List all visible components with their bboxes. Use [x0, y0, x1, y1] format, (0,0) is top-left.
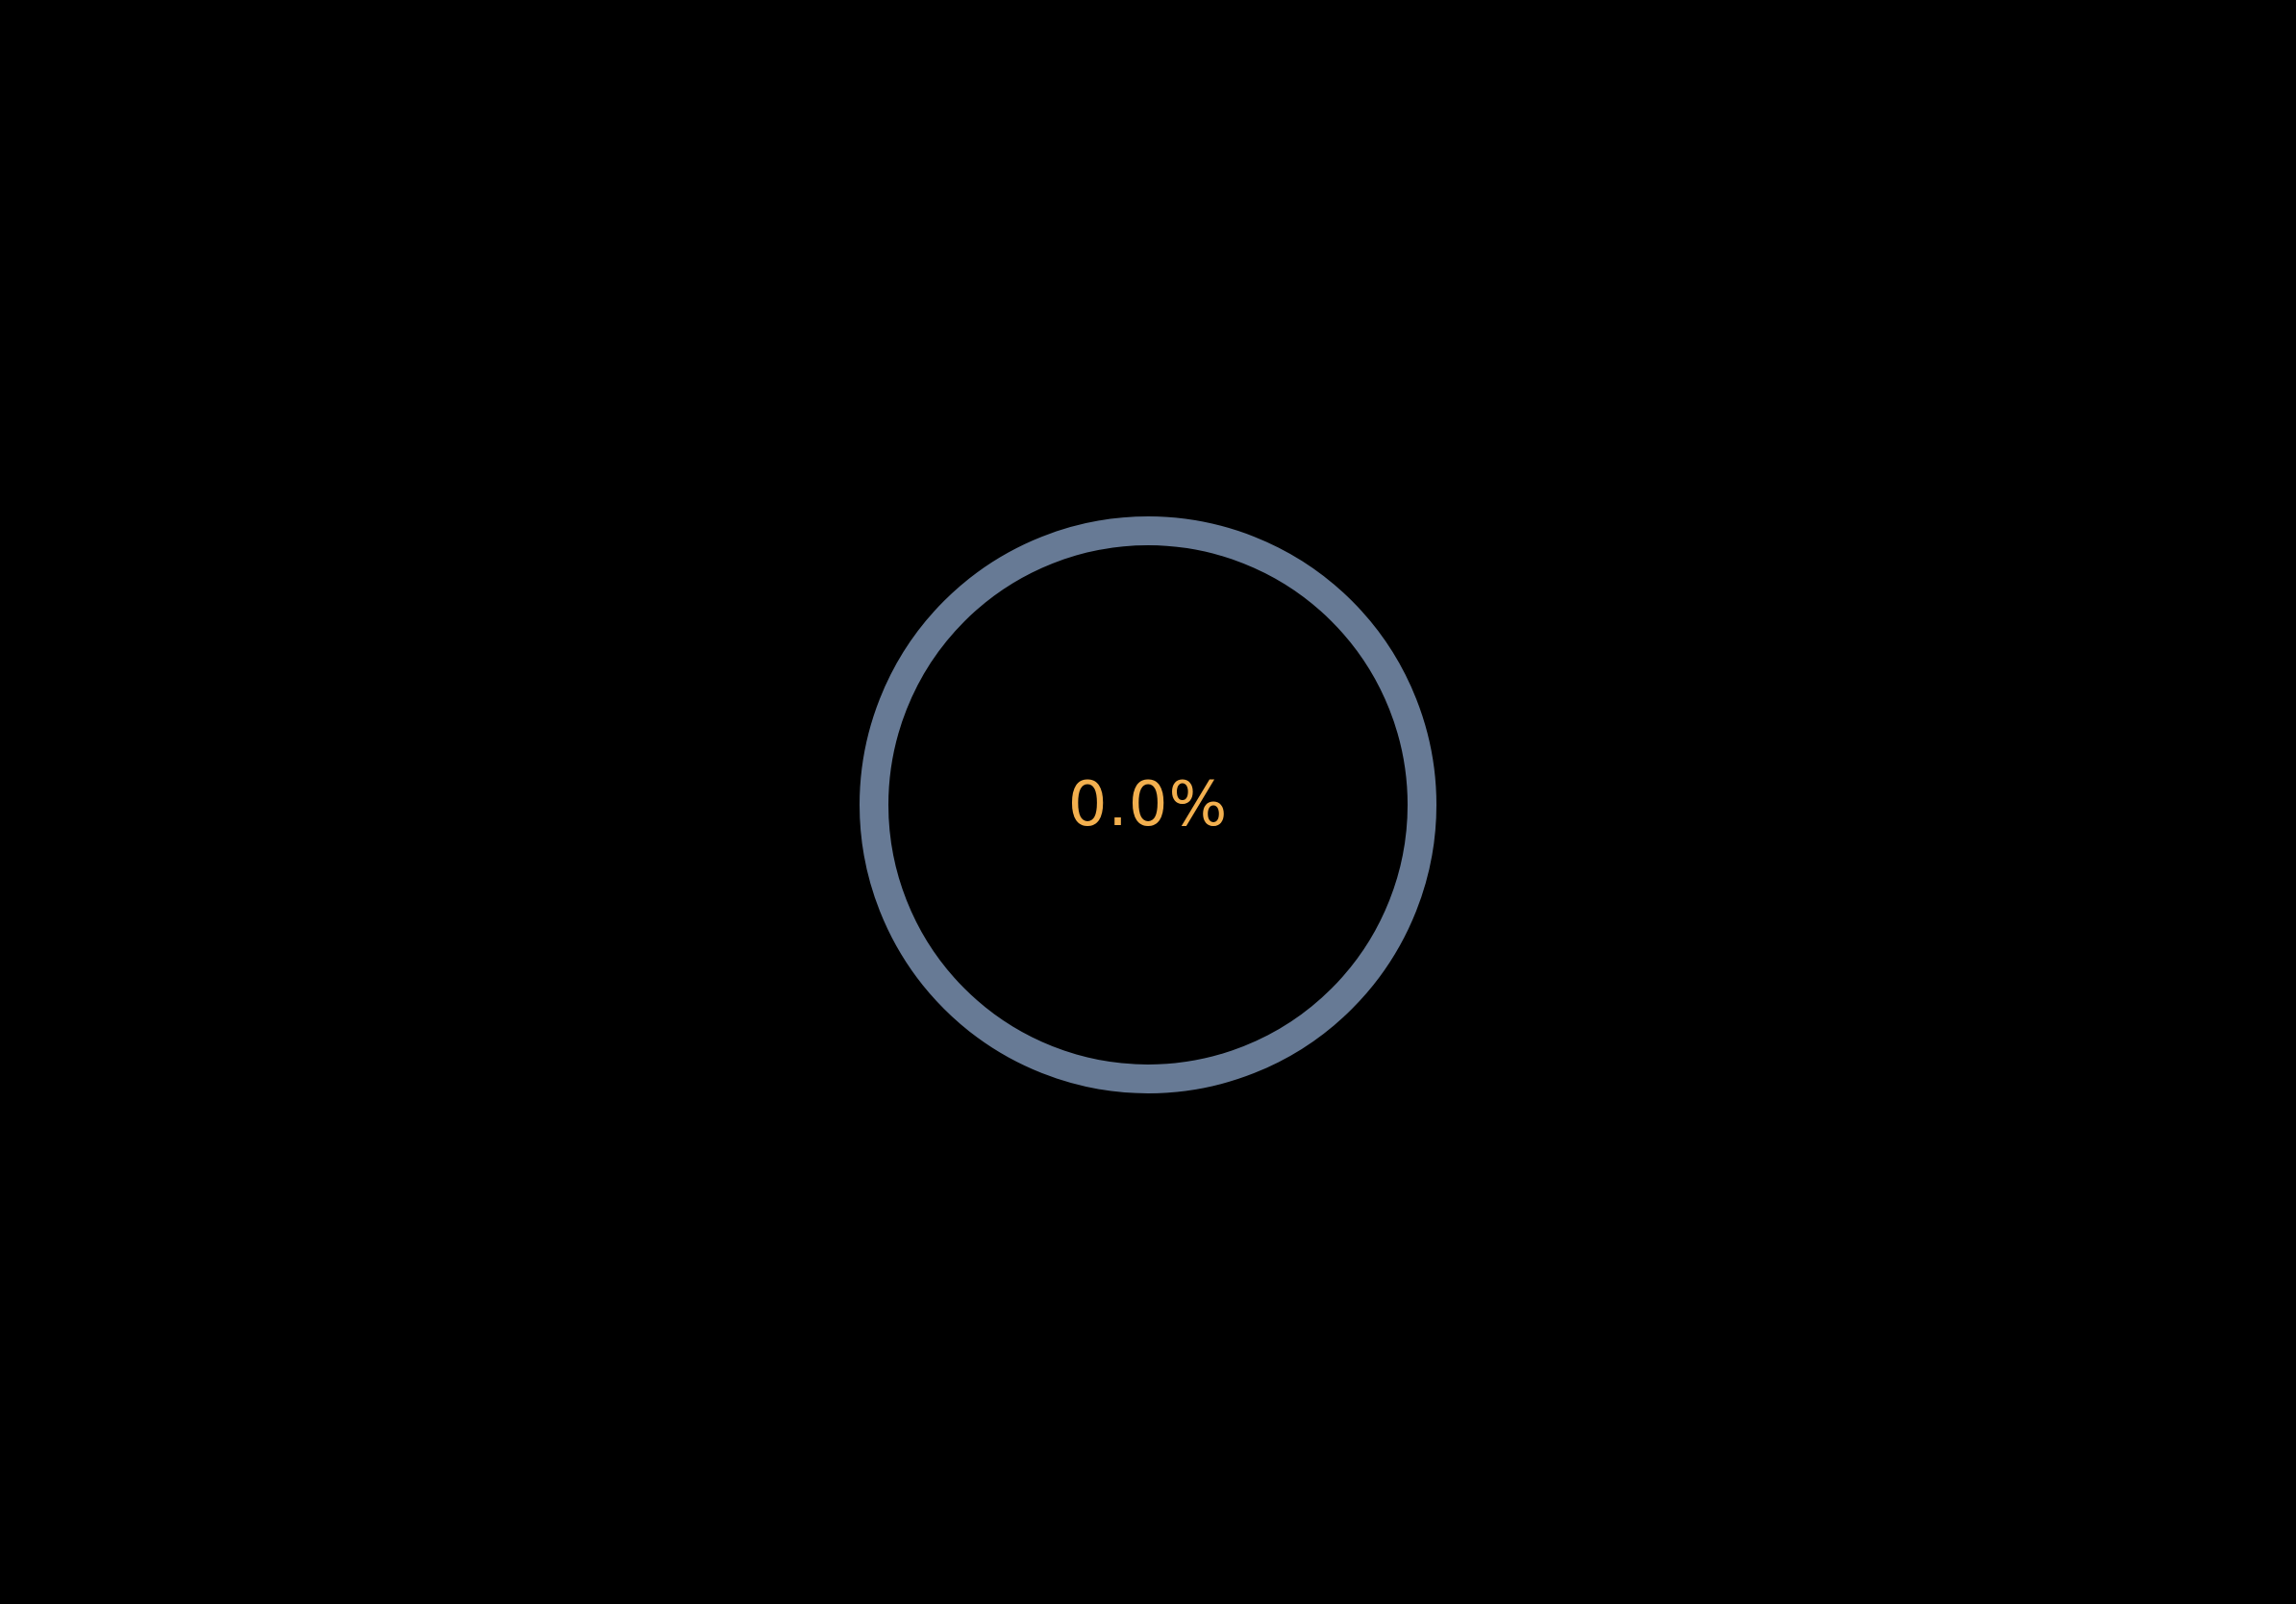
loading-screen: 0.0% [0, 0, 2296, 1604]
progress-ring: 0.0% [860, 516, 1436, 1093]
progress-percentage: 0.0% [1067, 769, 1229, 840]
